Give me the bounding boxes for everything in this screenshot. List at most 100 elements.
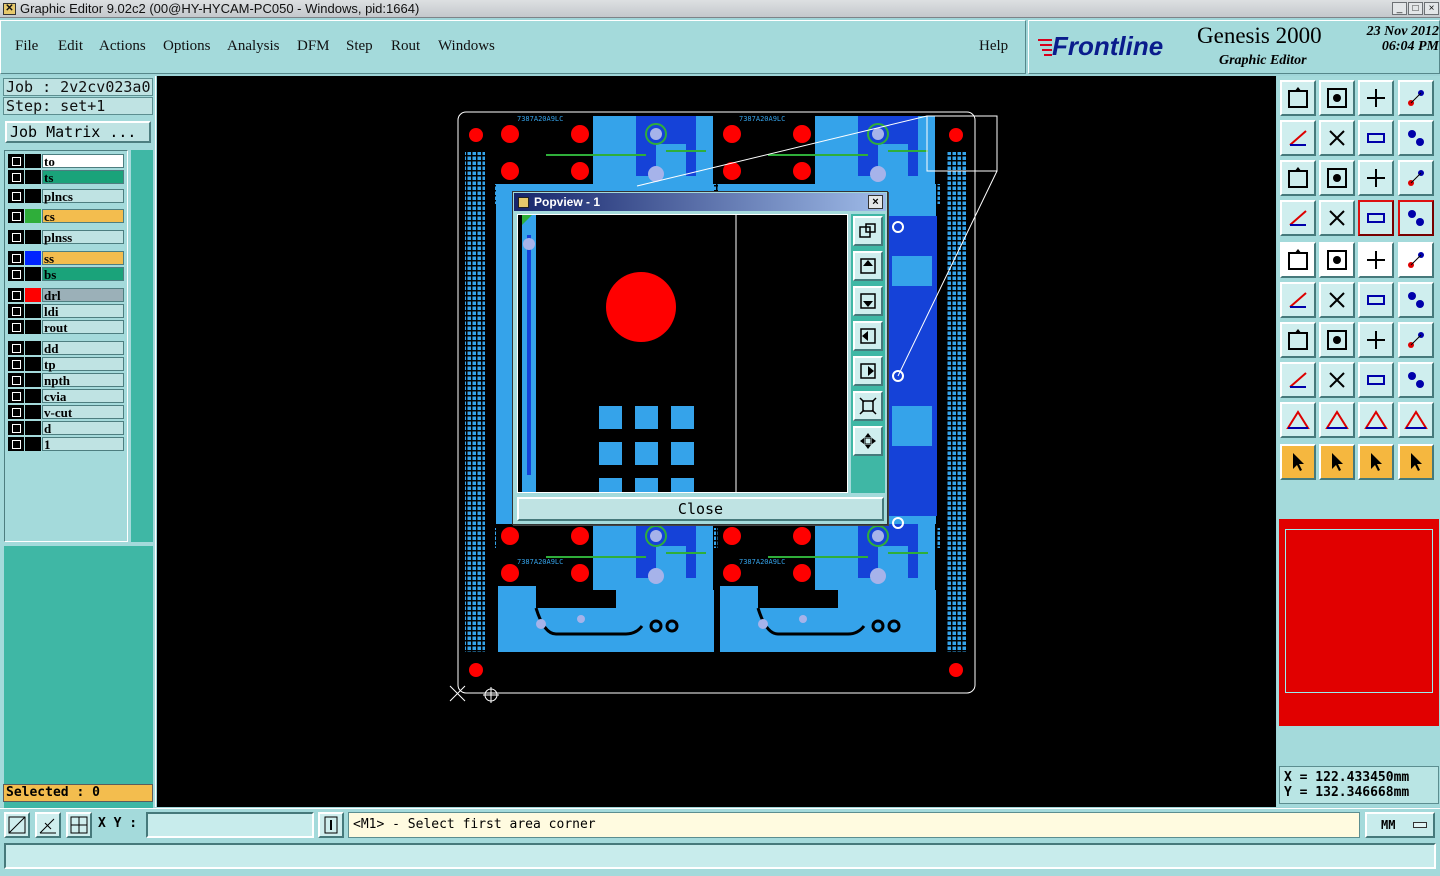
popview-pan-left-button[interactable] <box>853 321 883 351</box>
menu-edit[interactable]: Edit <box>58 38 83 55</box>
ruler-button[interactable] <box>1358 242 1394 278</box>
export-button[interactable] <box>1319 120 1355 156</box>
angle-button[interactable] <box>1280 322 1316 358</box>
layer-checkbox[interactable] <box>8 230 24 244</box>
popview-pan-right-button[interactable] <box>853 356 883 386</box>
popview-zoom-out-button[interactable] <box>853 426 883 456</box>
help-button[interactable] <box>1398 160 1434 196</box>
layer-checkbox[interactable] <box>8 251 24 265</box>
layer-row-dd[interactable]: dd <box>7 340 127 355</box>
slope-button[interactable] <box>1319 322 1355 358</box>
layer-name[interactable]: ts <box>42 170 124 184</box>
close-window-button[interactable]: × <box>1424 2 1439 15</box>
arch-alt-button[interactable] <box>1398 402 1434 438</box>
undo-button[interactable] <box>1358 120 1394 156</box>
layer-row-ldi[interactable]: ldi <box>7 303 127 318</box>
layer-checkbox[interactable] <box>8 267 24 281</box>
layer-row-ss[interactable]: ss <box>7 250 127 265</box>
layer-row-cs[interactable]: cs <box>7 208 127 223</box>
save-button[interactable] <box>1319 80 1355 116</box>
group-button[interactable] <box>1398 362 1434 398</box>
net-button[interactable] <box>1398 444 1434 480</box>
layer-name[interactable]: to <box>42 154 124 168</box>
layer-name[interactable]: plnss <box>42 230 124 244</box>
grid-button[interactable] <box>66 812 92 838</box>
xy-input[interactable] <box>146 812 314 838</box>
popview-pan-down-button[interactable] <box>853 286 883 316</box>
menu-options[interactable]: Options <box>163 38 211 55</box>
select-poly-button[interactable] <box>1358 444 1394 480</box>
layer-row-rout[interactable]: rout <box>7 319 127 334</box>
popview-canvas[interactable] <box>517 214 848 493</box>
feature-button[interactable] <box>1280 362 1316 398</box>
home-button[interactable] <box>1358 80 1394 116</box>
layer-name[interactable]: ldi <box>42 304 124 318</box>
settings-button[interactable] <box>1280 200 1316 236</box>
layer-checkbox[interactable] <box>8 437 24 451</box>
popview-zoom-window-button[interactable] <box>853 216 883 246</box>
delete-line-button[interactable] <box>1319 362 1355 398</box>
layer-name[interactable]: bs <box>42 267 124 281</box>
scale-button[interactable] <box>1358 160 1394 196</box>
cross-button[interactable] <box>1319 282 1355 318</box>
layer-row-d[interactable]: d <box>7 420 127 435</box>
popview-zoom-in-button[interactable] <box>853 391 883 421</box>
pad-add-button[interactable] <box>1280 242 1316 278</box>
layer-checkbox[interactable] <box>8 209 24 223</box>
overview-minimap[interactable] <box>1279 519 1439 726</box>
move-button[interactable] <box>1358 282 1394 318</box>
layer-name[interactable]: plncs <box>42 189 124 203</box>
layer-row-cvia[interactable]: cvia <box>7 388 127 403</box>
menu-analysis[interactable]: Analysis <box>227 38 280 55</box>
layer-row-plncs[interactable]: plncs <box>7 188 127 203</box>
units-select[interactable]: MM <box>1365 812 1435 838</box>
minimize-button[interactable]: _ <box>1392 2 1407 15</box>
layer-row-1[interactable]: 1 <box>7 436 127 451</box>
job-matrix-button[interactable]: Job Matrix ... <box>5 121 151 143</box>
layer-checkbox[interactable] <box>8 421 24 435</box>
layer-name[interactable]: drl <box>42 288 124 302</box>
layer-name[interactable]: dd <box>42 341 124 355</box>
layer-checkbox[interactable] <box>8 154 24 168</box>
line-add-button[interactable] <box>1319 242 1355 278</box>
snap-angle-button[interactable] <box>35 812 61 838</box>
snap-mode-button[interactable] <box>4 812 30 838</box>
popview-title-bar[interactable]: Popview - 1 × <box>514 193 886 211</box>
layer-checkbox[interactable] <box>8 320 24 334</box>
drill-map-alt-button[interactable] <box>1398 200 1434 236</box>
resize-button[interactable] <box>1358 362 1394 398</box>
menu-step[interactable]: Step <box>346 38 373 55</box>
popview-pan-up-button[interactable] <box>853 251 883 281</box>
layer-name[interactable]: rout <box>42 320 124 334</box>
layer-checkbox[interactable] <box>8 288 24 302</box>
layer-checkbox[interactable] <box>8 389 24 403</box>
layer-checkbox[interactable] <box>8 405 24 419</box>
arch-button[interactable] <box>1358 402 1394 438</box>
layer-row-ts[interactable]: ts <box>7 169 127 184</box>
circle-button[interactable] <box>1398 242 1434 278</box>
menu-actions[interactable]: Actions <box>99 38 146 55</box>
arc-button[interactable] <box>1319 402 1355 438</box>
layer-name[interactable]: npth <box>42 373 124 387</box>
popview-close-button[interactable]: Close <box>517 497 884 521</box>
split-view-button[interactable] <box>1398 80 1434 116</box>
layer-name[interactable]: v-cut <box>42 405 124 419</box>
layer-row-bs[interactable]: bs <box>7 266 127 281</box>
layer-list-scrollbar[interactable] <box>131 150 153 542</box>
layer-checkbox[interactable] <box>8 170 24 184</box>
popview-close-icon[interactable]: × <box>868 195 883 209</box>
layer-checkbox[interactable] <box>8 341 24 355</box>
layer-name[interactable]: d <box>42 421 124 435</box>
fit-button[interactable] <box>1280 160 1316 196</box>
layer-name[interactable]: tp <box>42 357 124 371</box>
rotate-button[interactable] <box>1358 322 1394 358</box>
layer-row-drl[interactable]: drl <box>7 287 127 302</box>
select-box-button[interactable] <box>1319 444 1355 480</box>
layer-name[interactable]: cvia <box>42 389 124 403</box>
triangle-button[interactable] <box>1280 402 1316 438</box>
layer-row-v-cut[interactable]: v-cut <box>7 404 127 419</box>
layer-checkbox[interactable] <box>8 373 24 387</box>
route-button[interactable] <box>1280 282 1316 318</box>
menu-dfm[interactable]: DFM <box>297 38 330 55</box>
layer-name[interactable]: cs <box>42 209 124 223</box>
